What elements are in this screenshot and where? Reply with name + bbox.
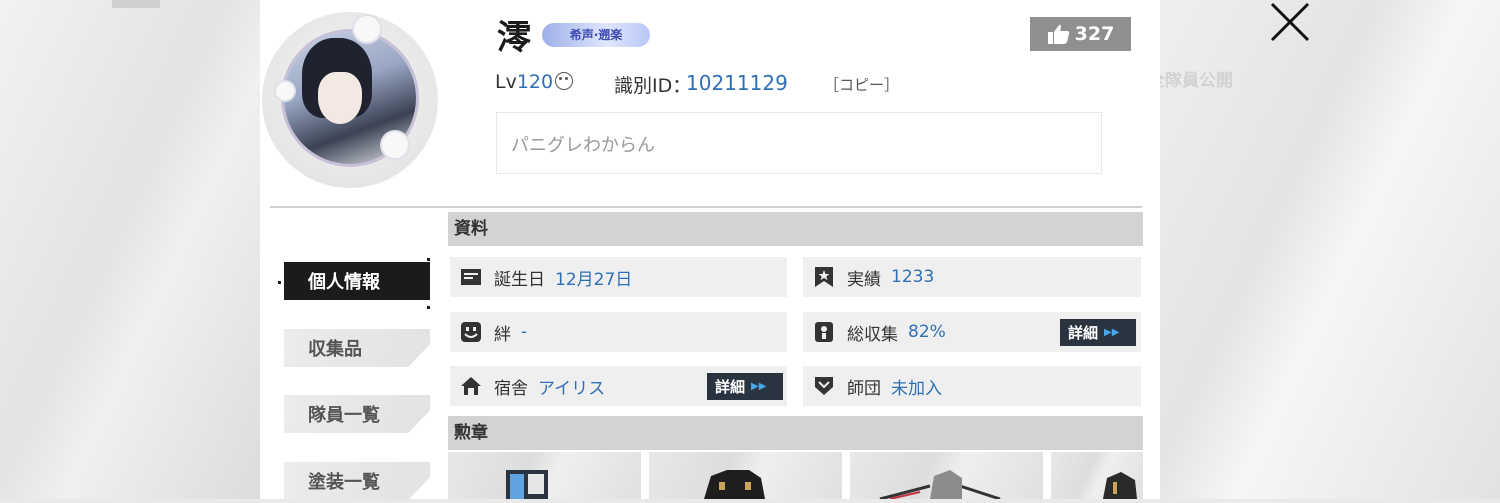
bond-value: - [521, 322, 528, 342]
like-button[interactable]: 327 [1030, 17, 1131, 51]
dorm-label: 宿舎 [494, 378, 528, 399]
birthday-value: 12月27日 [555, 269, 633, 290]
smile-face-icon [461, 322, 481, 342]
profile-comment[interactable]: パニグレわからん [496, 112, 1102, 174]
medal-slot[interactable] [649, 452, 842, 499]
avatar-face [318, 72, 362, 124]
tab-personal-info[interactable]: 個人情報 [284, 262, 430, 300]
star-flag-icon [815, 267, 833, 287]
birthday-label: 誕生日 [494, 269, 545, 290]
tab-collection[interactable]: 収集品 [284, 329, 430, 367]
id-value: 10211129 [686, 71, 788, 95]
fast-forward-icon: ▶▶ [751, 381, 767, 392]
id-card-icon [461, 269, 481, 285]
header-divider [270, 206, 1142, 208]
level-value: 120 [516, 71, 554, 93]
achievements-field: 実績 1233 [803, 257, 1141, 297]
tab-skin-list[interactable]: 塗装一覧 [284, 462, 430, 500]
player-level: Lv120 [495, 71, 574, 93]
guild-field: 師団 未加入 [803, 366, 1141, 406]
collection-detail-button[interactable]: 詳細 ▶▶ [1060, 319, 1136, 346]
achievements-value: 1233 [891, 267, 935, 287]
background-left [0, 0, 260, 499]
close-button[interactable] [1266, 0, 1314, 48]
avatar-flower [276, 82, 294, 100]
avatar[interactable] [262, 12, 438, 188]
tab-marker [427, 258, 430, 261]
guild-label: 師団 [847, 378, 881, 399]
background-ghost-text: 全隊員公開 [1148, 71, 1233, 91]
dorm-value: アイリス [538, 378, 606, 399]
id-label: 識別ID： [614, 75, 692, 97]
medal-icon [506, 470, 548, 499]
tab-label: 塗装一覧 [308, 472, 380, 493]
tab-label: 隊員一覧 [308, 405, 380, 426]
detail-label: 詳細 [715, 378, 746, 396]
shield-icon [815, 377, 833, 395]
corner-decoration [112, 0, 160, 8]
rank-emblem-icon [555, 72, 574, 90]
dorm-detail-button[interactable]: 詳細 ▶▶ [707, 373, 783, 400]
thumbs-up-icon [1047, 24, 1069, 44]
birthday-field: 誕生日 12月27日 [450, 257, 787, 297]
copy-id-button[interactable]: ［コピー］ [824, 74, 899, 95]
collection-icon [815, 322, 833, 342]
tab-label: 個人情報 [308, 272, 380, 293]
medal-slot[interactable] [850, 452, 1043, 501]
medal-icon [704, 470, 765, 499]
guild-value: 未加入 [891, 378, 942, 399]
medals-section-header: 勲章 [448, 416, 1143, 450]
tab-label: 収集品 [308, 339, 362, 360]
tab-marker [427, 306, 430, 309]
level-prefix: Lv [495, 71, 517, 93]
tab-marker [278, 281, 281, 284]
collection-label: 総収集 [847, 324, 898, 345]
bond-field: 絆 - [450, 312, 787, 352]
achievements-label: 実績 [847, 269, 881, 290]
medal-slot[interactable] [1051, 452, 1143, 499]
info-section-header: 資料 [448, 212, 1143, 246]
close-icon [1270, 2, 1310, 42]
fast-forward-icon: ▶▶ [1104, 327, 1120, 338]
home-icon [461, 377, 481, 395]
collection-value: 82% [908, 322, 946, 342]
player-name: 澪 [497, 18, 531, 58]
medal-icon [1103, 472, 1137, 499]
medal-slot[interactable] [448, 452, 641, 499]
medal-icon [879, 470, 1001, 501]
avatar-flower [382, 132, 408, 158]
like-count: 327 [1074, 23, 1115, 45]
bond-label: 絆 [494, 324, 511, 345]
detail-label: 詳細 [1068, 324, 1099, 342]
title-badge: 希声·遡楽 [542, 23, 650, 47]
avatar-flower [354, 16, 380, 42]
tab-member-list[interactable]: 隊員一覧 [284, 395, 430, 433]
